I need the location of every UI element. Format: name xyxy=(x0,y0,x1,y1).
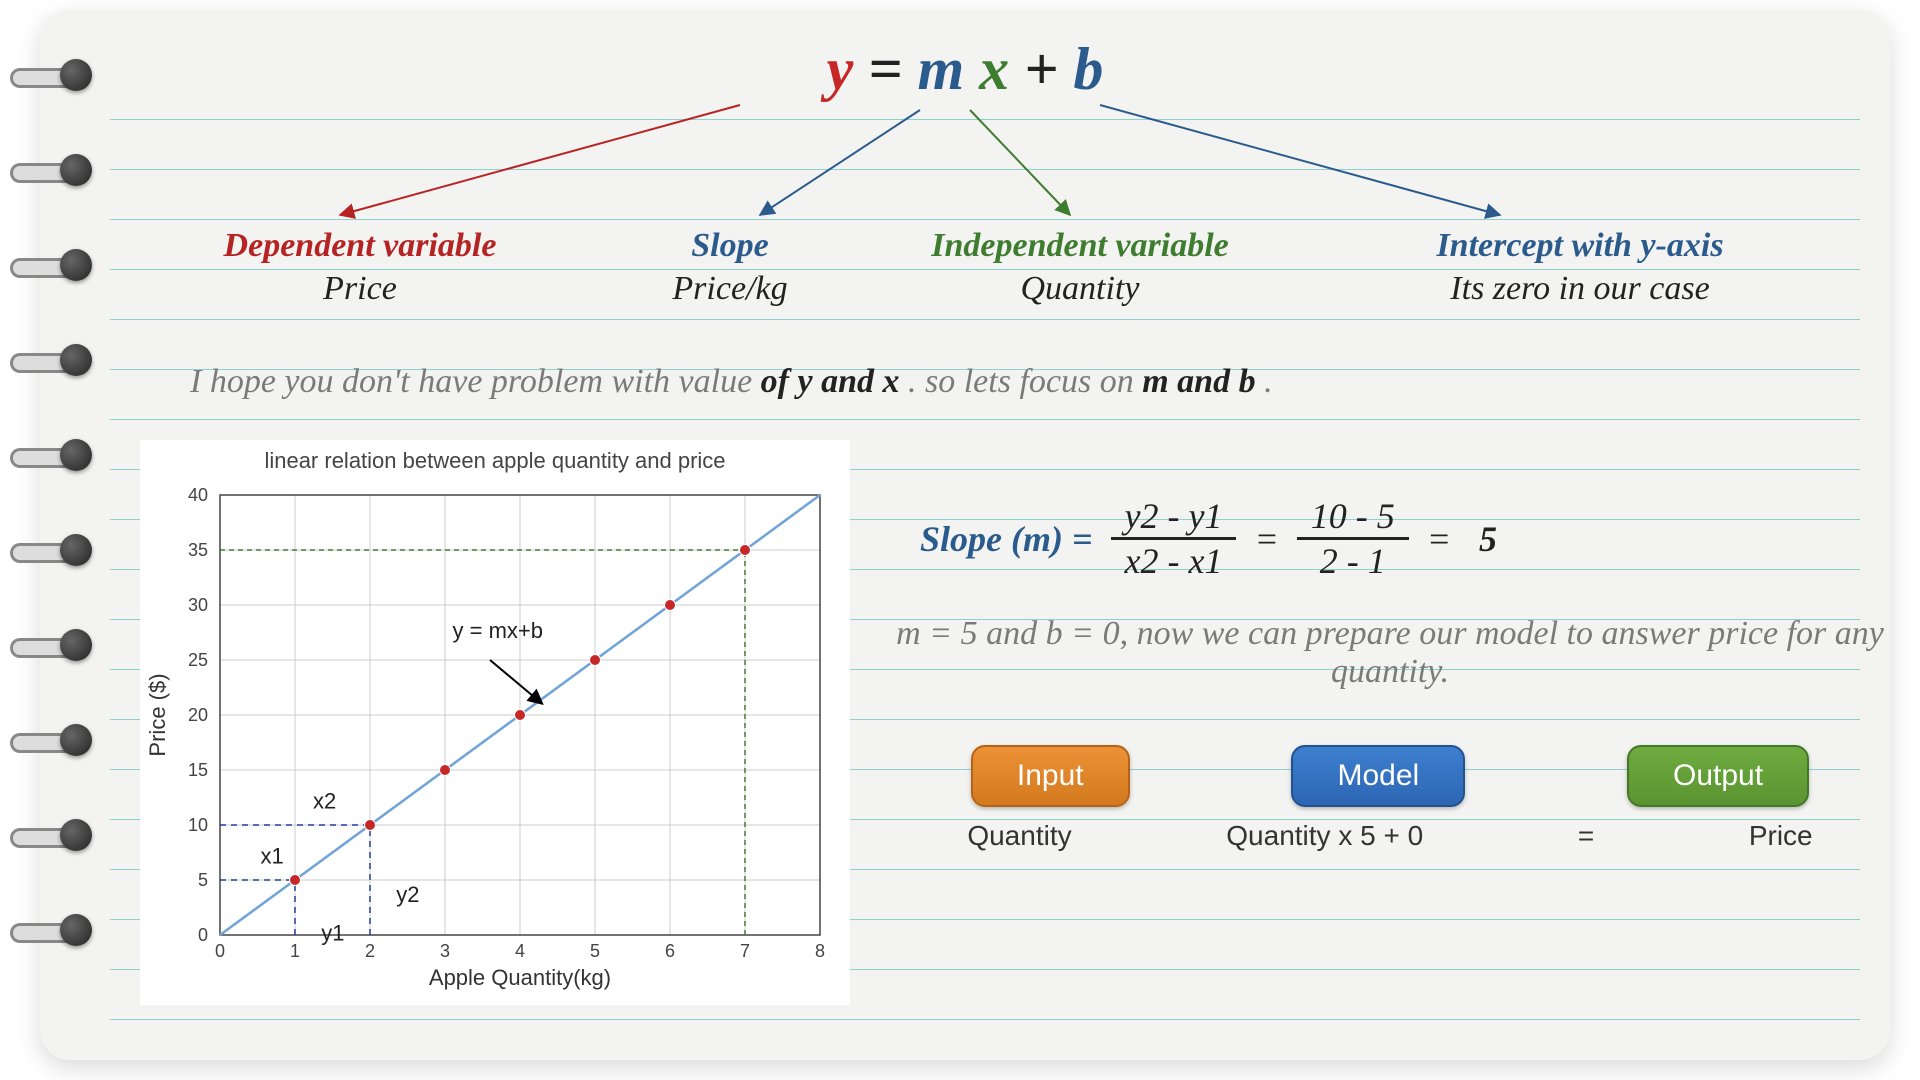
boxsub-model: Quantity x 5 + 0 xyxy=(1226,820,1423,852)
note1-pre: I hope you don't have problem with value xyxy=(190,363,761,400)
note1-mid: . so lets focus on xyxy=(908,363,1142,400)
svg-text:0: 0 xyxy=(198,925,208,945)
slope-eq2: = xyxy=(1427,518,1451,560)
svg-text:y2: y2 xyxy=(396,882,419,907)
svg-text:30: 30 xyxy=(188,595,208,615)
svg-text:8: 8 xyxy=(815,941,825,961)
svg-text:40: 40 xyxy=(188,485,208,505)
eq-x: x xyxy=(979,36,1009,102)
svg-text:5: 5 xyxy=(198,870,208,890)
boxsub-input: Quantity xyxy=(967,820,1071,852)
equation: y = m x + b xyxy=(40,35,1890,104)
svg-text:2: 2 xyxy=(365,941,375,961)
note1-b1: of y and x xyxy=(761,363,900,400)
boxsub-eq: = xyxy=(1578,820,1594,852)
def-independent: Independent variable Quantity xyxy=(880,225,1280,310)
eq-b: b xyxy=(1073,36,1103,102)
svg-text:Price ($): Price ($) xyxy=(145,673,170,756)
svg-text:x2: x2 xyxy=(313,789,336,814)
svg-text:20: 20 xyxy=(188,705,208,725)
svg-text:15: 15 xyxy=(188,760,208,780)
def-intercept: Intercept with y-axis Its zero in our ca… xyxy=(1330,225,1830,310)
note1-b2: m and b xyxy=(1142,363,1255,400)
box-model: Model xyxy=(1291,745,1465,807)
svg-text:Apple Quantity(kg): Apple Quantity(kg) xyxy=(429,965,611,990)
chart-title: linear relation between apple quantity a… xyxy=(140,448,850,474)
eq-m: m xyxy=(917,36,964,102)
eq-y: y xyxy=(827,36,854,102)
svg-text:x1: x1 xyxy=(261,844,284,869)
def-x-title: Independent variable xyxy=(931,227,1228,264)
note-1: I hope you don't have problem with value… xyxy=(190,363,1273,401)
svg-text:7: 7 xyxy=(740,941,750,961)
slope-result: 5 xyxy=(1469,518,1497,560)
slope-label: Slope (m) = xyxy=(920,518,1093,560)
def-y-title: Dependent variable xyxy=(224,227,497,264)
def-m-sub: Price/kg xyxy=(600,268,860,311)
svg-text:3: 3 xyxy=(440,941,450,961)
svg-text:10: 10 xyxy=(188,815,208,835)
slope-den1: x2 - x1 xyxy=(1111,540,1237,582)
model-boxes: Input Model Output xyxy=(890,745,1890,807)
def-b-title: Intercept with y-axis xyxy=(1436,227,1723,264)
slope-den2: 2 - 1 xyxy=(1306,540,1400,582)
svg-text:5: 5 xyxy=(590,941,600,961)
svg-text:4: 4 xyxy=(515,941,525,961)
svg-text:0: 0 xyxy=(215,941,225,961)
model-boxes-sub: Quantity Quantity x 5 + 0 = Price xyxy=(890,820,1890,852)
note-2: m = 5 and b = 0, now we can prepare our … xyxy=(890,615,1890,691)
svg-text:1: 1 xyxy=(290,941,300,961)
slope-formula: Slope (m) = y2 - y1 x2 - x1 = 10 - 5 2 -… xyxy=(920,495,1497,582)
slope-num2: 10 - 5 xyxy=(1297,495,1409,540)
eq-plus: + xyxy=(1024,36,1073,102)
slope-num1: y2 - y1 xyxy=(1111,495,1237,540)
eq-eq: = xyxy=(868,36,917,102)
svg-text:y1: y1 xyxy=(321,921,344,946)
notebook-page: y = m x + b Dependent variable Price Sl xyxy=(40,10,1890,1060)
def-x-sub: Quantity xyxy=(880,268,1280,311)
svg-text:35: 35 xyxy=(188,540,208,560)
chart: linear relation between apple quantity a… xyxy=(140,440,850,1005)
def-dependent: Dependent variable Price xyxy=(160,225,560,310)
svg-text:25: 25 xyxy=(188,650,208,670)
box-input: Input xyxy=(971,745,1130,807)
svg-text:y = mx+b: y = mx+b xyxy=(453,618,543,643)
note1-end: . xyxy=(1264,363,1273,400)
def-y-sub: Price xyxy=(160,268,560,311)
slope-eq1: = xyxy=(1254,518,1278,560)
def-m-title: Slope xyxy=(691,227,768,264)
def-slope: Slope Price/kg xyxy=(600,225,860,310)
boxsub-output: Price xyxy=(1749,820,1813,852)
def-b-sub: Its zero in our case xyxy=(1330,268,1830,311)
box-output: Output xyxy=(1627,745,1809,807)
svg-text:6: 6 xyxy=(665,941,675,961)
